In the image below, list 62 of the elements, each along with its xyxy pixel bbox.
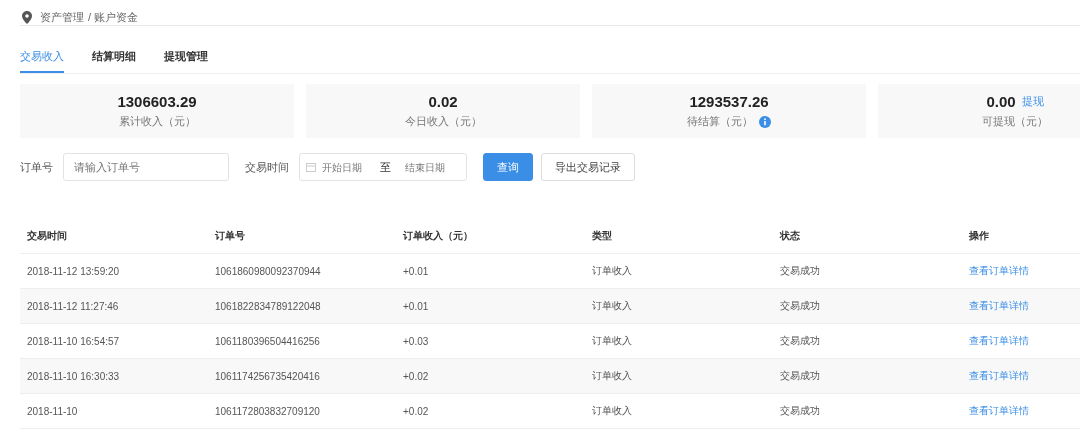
column-header: 交易时间 [26,229,68,243]
field-label: 订单号 [20,159,53,175]
order-details-link[interactable]: 查看订单详情 [969,300,1029,311]
table-cell-text: 订单收入 [591,404,633,418]
order-details-link[interactable]: 查看订单详情 [969,370,1029,381]
table-cell-text: +0.01 [402,265,430,277]
order-details-link[interactable]: 查看订单详情 [969,335,1029,346]
table-cell-text: 2018-11-10 16:54:57 [26,335,121,347]
table-cell-text: 1061174256735420416 [214,370,321,382]
end-date-field[interactable]: 结束日期 [405,161,457,173]
table-cell-text: +0.02 [402,405,430,417]
table-cell-text: 1061172803832709120 [214,405,321,417]
table-cell-text: 2018-11-10 16:30:33 [26,370,121,382]
table-cell-text: +0.01 [402,300,430,312]
stat-label: 待结算（元） [687,114,753,129]
table-cell-text: 交易成功 [779,404,821,418]
column-header: 操作 [968,229,990,243]
table-cell-text: 2018-11-12 11:27:46 [26,300,120,312]
stat-label: 今日收入（元） [404,114,482,129]
table-cell-text: 交易成功 [779,369,821,383]
order-details-link[interactable]: 查看订单详情 [969,265,1029,276]
stat-value: 0.00 [986,93,1016,110]
tab[interactable]: 提现管理 [164,46,208,73]
table-cell-text: 交易成功 [779,264,821,278]
order-number-field[interactable]: 请输入订单号 [63,153,229,181]
breadcrumb-item[interactable]: 资产管理 [40,9,84,25]
table-cell-text: 1061860980092370944 [214,265,322,277]
date-range-field[interactable]: 开始日期 至 结束日期 [299,153,467,181]
withdraw-link[interactable]: 提现 [1021,94,1044,109]
stat-label: 可提现（元） [982,114,1048,129]
start-date-field[interactable]: 开始日期 [322,161,374,173]
table-cell-text: 交易成功 [779,334,821,348]
range-separator: 至 [380,159,391,175]
search-button[interactable]: 查询 [483,153,533,181]
table-cell-text: 订单收入 [591,369,633,383]
breadcrumb-item[interactable]: / 账户资金 [88,9,139,25]
stat-label: 累计收入（元） [118,114,196,129]
column-header: 订单号 [214,229,246,243]
table-cell-text: 交易成功 [779,299,821,313]
column-header: 类型 [591,229,613,243]
tab[interactable]: 交易收入 [20,46,64,73]
table-cell-text: 1061822834789122048 [214,300,322,312]
table-cell-text: 订单收入 [591,334,633,348]
order-details-link[interactable]: 查看订单详情 [969,405,1029,416]
export-button[interactable]: 导出交易记录 [541,153,635,181]
tab[interactable]: 结算明细 [92,46,136,73]
table-cell-text: +0.02 [402,370,430,382]
stat-value: 0.02 [428,93,458,110]
table-cell-text: +0.03 [402,335,430,347]
calendar-icon [306,162,316,172]
stat-value: 1306603.29 [117,93,197,110]
column-header: 状态 [778,229,801,243]
table-cell-text: 2018-11-12 13:59:20 [26,265,121,277]
location-pin-icon [22,10,32,24]
column-header: 订单收入（元） [402,229,474,243]
stat-value: 1293537.26 [689,93,769,110]
field-label: 交易时间 [245,159,289,175]
table-cell-text: 2018-11-10 [26,405,79,417]
info-icon[interactable] [759,115,771,128]
table-cell-text: 订单收入 [591,264,633,278]
table-cell-text: 1061180396504416256 [214,335,321,347]
table-cell-text: 订单收入 [591,299,633,313]
